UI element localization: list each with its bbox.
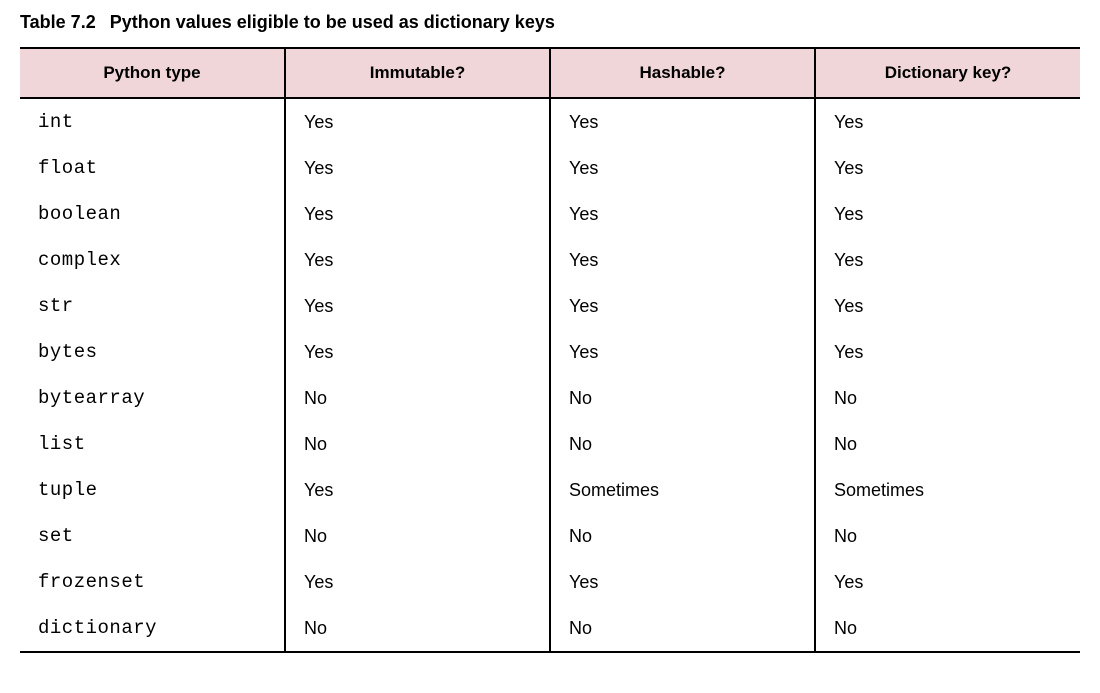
cell-immutable: No (285, 605, 550, 652)
cell-immutable: Yes (285, 98, 550, 145)
col-header-immutable: Immutable? (285, 48, 550, 98)
cell-hashable: Yes (550, 237, 815, 283)
cell-hashable: Yes (550, 559, 815, 605)
col-header-type: Python type (20, 48, 285, 98)
cell-hashable: Yes (550, 191, 815, 237)
table-row: bytesYesYesYes (20, 329, 1080, 375)
cell-type: dictionary (20, 605, 285, 652)
cell-dictkey: No (815, 375, 1080, 421)
cell-immutable: Yes (285, 145, 550, 191)
cell-dictkey: Sometimes (815, 467, 1080, 513)
table-row: floatYesYesYes (20, 145, 1080, 191)
table-row: dictionaryNoNoNo (20, 605, 1080, 652)
cell-dictkey: Yes (815, 283, 1080, 329)
cell-type: tuple (20, 467, 285, 513)
cell-hashable: Sometimes (550, 467, 815, 513)
cell-immutable: Yes (285, 237, 550, 283)
table-row: tupleYesSometimesSometimes (20, 467, 1080, 513)
cell-hashable: Yes (550, 98, 815, 145)
cell-hashable: Yes (550, 283, 815, 329)
cell-immutable: Yes (285, 559, 550, 605)
table-row: bytearrayNoNoNo (20, 375, 1080, 421)
table-row: listNoNoNo (20, 421, 1080, 467)
table-row: complexYesYesYes (20, 237, 1080, 283)
cell-immutable: Yes (285, 467, 550, 513)
cell-dictkey: Yes (815, 145, 1080, 191)
cell-immutable: Yes (285, 191, 550, 237)
cell-dictkey: No (815, 513, 1080, 559)
table-row: intYesYesYes (20, 98, 1080, 145)
cell-dictkey: Yes (815, 559, 1080, 605)
cell-type: frozenset (20, 559, 285, 605)
cell-type: bytearray (20, 375, 285, 421)
cell-dictkey: Yes (815, 98, 1080, 145)
cell-immutable: No (285, 421, 550, 467)
cell-type: list (20, 421, 285, 467)
cell-dictkey: No (815, 605, 1080, 652)
cell-type: str (20, 283, 285, 329)
cell-type: int (20, 98, 285, 145)
cell-dictkey: Yes (815, 237, 1080, 283)
table-row: frozensetYesYesYes (20, 559, 1080, 605)
cell-immutable: Yes (285, 283, 550, 329)
table-title: Python values eligible to be used as dic… (110, 12, 555, 32)
cell-immutable: No (285, 375, 550, 421)
cell-dictkey: Yes (815, 191, 1080, 237)
cell-hashable: No (550, 421, 815, 467)
table-caption: Table 7.2Python values eligible to be us… (20, 12, 1080, 33)
col-header-dictkey: Dictionary key? (815, 48, 1080, 98)
table-row: booleanYesYesYes (20, 191, 1080, 237)
cell-immutable: Yes (285, 329, 550, 375)
table-row: setNoNoNo (20, 513, 1080, 559)
table-row: strYesYesYes (20, 283, 1080, 329)
cell-hashable: No (550, 513, 815, 559)
cell-type: set (20, 513, 285, 559)
cell-type: complex (20, 237, 285, 283)
table-number: Table 7.2 (20, 12, 110, 32)
cell-immutable: No (285, 513, 550, 559)
cell-hashable: Yes (550, 145, 815, 191)
cell-dictkey: No (815, 421, 1080, 467)
cell-hashable: No (550, 375, 815, 421)
data-table: Python type Immutable? Hashable? Diction… (20, 47, 1080, 653)
cell-hashable: Yes (550, 329, 815, 375)
cell-type: bytes (20, 329, 285, 375)
cell-hashable: No (550, 605, 815, 652)
cell-type: boolean (20, 191, 285, 237)
col-header-hashable: Hashable? (550, 48, 815, 98)
cell-type: float (20, 145, 285, 191)
cell-dictkey: Yes (815, 329, 1080, 375)
table-header-row: Python type Immutable? Hashable? Diction… (20, 48, 1080, 98)
